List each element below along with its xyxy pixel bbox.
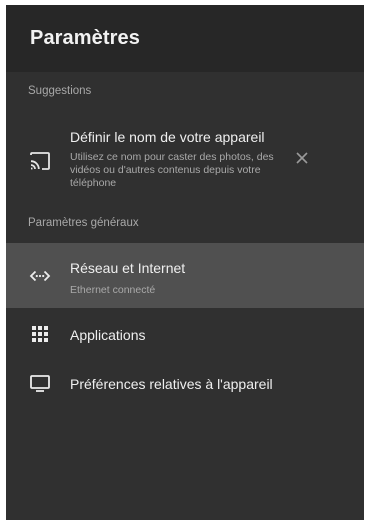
network-icon (28, 264, 52, 288)
menu-item-network[interactable]: Réseau et Internet Ethernet connecté (6, 243, 364, 308)
menu-item-network-status: Ethernet connecté (70, 284, 156, 296)
menu-item-network-label: Réseau et Internet (70, 260, 186, 276)
suggestion-subtitle-line: Utilisez ce nom pour caster des photos, … (70, 151, 274, 163)
cast-icon (28, 149, 52, 173)
close-icon[interactable] (294, 150, 310, 166)
menu-item-applications-label: Applications (70, 327, 146, 343)
menu-item-applications[interactable]: Applications (6, 310, 364, 358)
suggestion-title: Définir le nom de votre appareil (70, 129, 265, 145)
page-title: Paramètres (30, 27, 140, 49)
suggestion-subtitle-line: vidéos ou d'autres contenus depuis votre (70, 164, 261, 176)
section-label-general: Paramètres généraux (28, 217, 139, 229)
settings-panel: Paramètres Suggestions Définir le nom de… (6, 5, 364, 520)
section-label-suggestions: Suggestions (28, 85, 92, 97)
suggestion-set-device-name[interactable]: Définir le nom de votre appareil Utilise… (6, 117, 364, 201)
menu-item-device-preferences-label: Préférences relatives à l'appareil (70, 376, 273, 392)
suggestion-subtitle: Utilisez ce nom pour caster des photos, … (70, 151, 292, 190)
menu-item-device-preferences[interactable]: Préférences relatives à l'appareil (6, 359, 364, 407)
header: Paramètres (6, 5, 364, 72)
tv-icon (28, 371, 52, 395)
suggestion-subtitle-line: téléphone (70, 177, 117, 189)
apps-grid-icon (28, 322, 52, 346)
